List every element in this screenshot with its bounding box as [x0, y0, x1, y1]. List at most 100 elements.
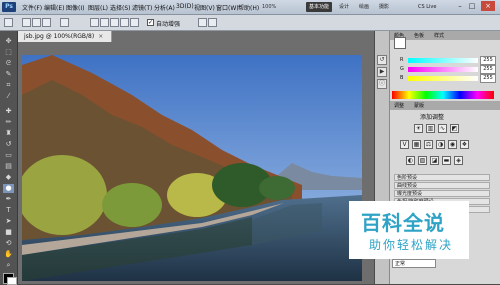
workspace-essentials[interactable]: 基本功能 [306, 2, 333, 12]
lake-photo [22, 55, 362, 281]
subtract-selection-icon[interactable] [42, 18, 51, 27]
menu-image[interactable]: 图像(I) [66, 3, 84, 12]
adjustments-panel-tabs: 调整 蒙版 [390, 101, 500, 110]
color-balance-icon[interactable]: ⚖ [424, 140, 433, 149]
brush-option-icon[interactable] [120, 18, 129, 27]
tab-masks[interactable]: 蒙版 [414, 102, 424, 109]
menu-analysis[interactable]: 分析(A) [154, 3, 175, 12]
auto-enhance-checkbox[interactable]: ✓ [147, 19, 154, 26]
tab-adjustments[interactable]: 调整 [394, 102, 404, 109]
image-canvas[interactable] [22, 55, 362, 281]
gradient-map-icon[interactable]: ▬ [442, 156, 451, 165]
refine-edge-icon[interactable] [198, 18, 207, 27]
menu-edit[interactable]: 编辑(E) [44, 3, 64, 12]
path-select-tool-icon[interactable]: ➤ [3, 217, 14, 226]
brush-option-icon[interactable] [100, 18, 109, 27]
3d-rotate-tool-icon[interactable]: ⟲ [3, 239, 14, 248]
move-tool-icon[interactable]: ✥ [3, 37, 14, 46]
red-slider[interactable]: R 255 [400, 56, 496, 65]
close-icon[interactable]: × [481, 1, 495, 11]
preset-exposure[interactable]: 曝光度预设 [394, 190, 490, 197]
workspace-design[interactable]: 设计 [336, 2, 352, 12]
brush-option-icon[interactable] [90, 18, 99, 27]
blue-slider[interactable]: B 255 [400, 74, 496, 83]
curves-icon[interactable]: ∿ [438, 124, 447, 133]
cs-live-button[interactable]: CS Live [418, 2, 436, 12]
refine-edge-icon[interactable] [208, 18, 217, 27]
gradient-tool-icon[interactable]: ▤ [3, 162, 14, 171]
watermark-subtitle: 助你轻松解决 [369, 238, 454, 252]
type-tool-icon[interactable]: T [3, 206, 14, 215]
photoshop-logo: Ps [2, 2, 16, 12]
red-label: R [400, 57, 404, 63]
channel-mixer-icon[interactable]: ❖ [460, 140, 469, 149]
brush-option-icon[interactable] [130, 18, 139, 27]
pen-tool-icon[interactable]: ✒ [3, 195, 14, 204]
selective-color-icon[interactable]: ◈ [454, 156, 463, 165]
tool-preset-icon[interactable] [4, 18, 13, 27]
red-value-field[interactable]: 255 [480, 56, 496, 65]
exposure-icon[interactable]: ◩ [450, 124, 459, 133]
color-panel: 颜色 色板 样式 R 255 G 255 B 255 [390, 31, 500, 101]
invert-icon[interactable]: ◐ [406, 156, 415, 165]
add-selection-icon[interactable] [32, 18, 41, 27]
healing-brush-tool-icon[interactable]: ✚ [3, 107, 14, 116]
hand-tool-icon[interactable]: ✋ [3, 250, 14, 259]
posterize-icon[interactable]: ▧ [418, 156, 427, 165]
minimize-icon[interactable]: – [455, 1, 465, 11]
crop-tool-icon[interactable]: ⌗ [3, 81, 14, 90]
zoom-level[interactable]: 100% [262, 3, 276, 11]
document-area: jsb.jpg @ 100%(RGB/8) × [18, 31, 374, 284]
actions-panel-icon[interactable]: ▶ [377, 67, 387, 77]
blend-mode-select[interactable]: 正常 [392, 259, 436, 268]
history-panel-icon[interactable]: ↺ [377, 55, 387, 65]
preset-curves[interactable]: 曲线预设 [394, 182, 490, 189]
menu-view[interactable]: 视图(V) [194, 3, 215, 12]
brush-tool-icon[interactable]: ✏ [3, 118, 14, 127]
threshold-icon[interactable]: ◪ [430, 156, 439, 165]
close-tab-icon[interactable]: × [98, 33, 103, 40]
marquee-tool-icon[interactable]: ⬚ [3, 48, 14, 57]
green-value-field[interactable]: 255 [480, 65, 496, 74]
menu-3d[interactable]: 3D(D) [176, 3, 194, 10]
lasso-tool-icon[interactable]: ᘓ [3, 59, 14, 68]
workspace-photography[interactable]: 摄影 [376, 2, 392, 12]
brush-size-icon[interactable] [60, 18, 69, 27]
photo-filter-icon[interactable]: ◉ [448, 140, 457, 149]
menu-help[interactable]: 帮助(H) [238, 3, 259, 12]
quick-select-tool-icon[interactable]: ✎ [3, 70, 14, 79]
menu-bar: Ps 文件(F) 编辑(E) 图像(I) 图层(L) 选择(S) 滤镜(T) 分… [0, 0, 500, 15]
black-white-icon[interactable]: ◑ [436, 140, 445, 149]
clone-stamp-tool-icon[interactable]: ♜ [3, 129, 14, 138]
menu-filter[interactable]: 滤镜(T) [132, 3, 152, 12]
new-selection-icon[interactable] [22, 18, 31, 27]
shape-tool-icon[interactable]: ■ [3, 228, 14, 237]
vibrance-icon[interactable]: V [400, 140, 409, 149]
brightness-icon[interactable]: ☀ [414, 124, 423, 133]
menu-layer[interactable]: 图层(L) [88, 3, 108, 12]
foreground-color-box[interactable] [394, 37, 406, 49]
brush-option-icon[interactable] [110, 18, 119, 27]
menu-file[interactable]: 文件(F) [22, 3, 42, 12]
tab-styles[interactable]: 样式 [434, 32, 444, 39]
dodge-tool-icon[interactable]: ● [3, 184, 14, 193]
blur-tool-icon[interactable]: ◆ [3, 173, 14, 182]
blue-value-field[interactable]: 255 [480, 74, 496, 83]
zoom-tool-icon[interactable]: ⌕ [3, 261, 14, 270]
history-brush-tool-icon[interactable]: ↺ [3, 140, 14, 149]
info-panel-icon[interactable]: ⓘ [377, 79, 387, 89]
eyedropper-tool-icon[interactable]: ⁄ [3, 92, 14, 101]
color-spectrum-bar[interactable] [392, 91, 494, 99]
hue-saturation-icon[interactable]: ▦ [412, 140, 421, 149]
preset-levels[interactable]: 色阶预设 [394, 174, 490, 181]
maximize-icon[interactable]: □ [467, 1, 477, 11]
workspace-painting[interactable]: 绘画 [356, 2, 372, 12]
eraser-tool-icon[interactable]: ▭ [3, 151, 14, 160]
menu-window[interactable]: 窗口(W) [216, 3, 239, 12]
menu-select[interactable]: 选择(S) [110, 3, 131, 12]
tools-panel: ✥ ⬚ ᘓ ✎ ⌗ ⁄ ✚ ✏ ♜ ↺ ▭ ▤ ◆ ● ✒ T ➤ ■ ⟲ ✋ … [0, 31, 18, 285]
levels-icon[interactable]: ▥ [426, 124, 435, 133]
document-tab[interactable]: jsb.jpg @ 100%(RGB/8) × [18, 31, 113, 42]
tab-swatches[interactable]: 色板 [414, 32, 424, 39]
green-slider[interactable]: G 255 [400, 65, 496, 74]
